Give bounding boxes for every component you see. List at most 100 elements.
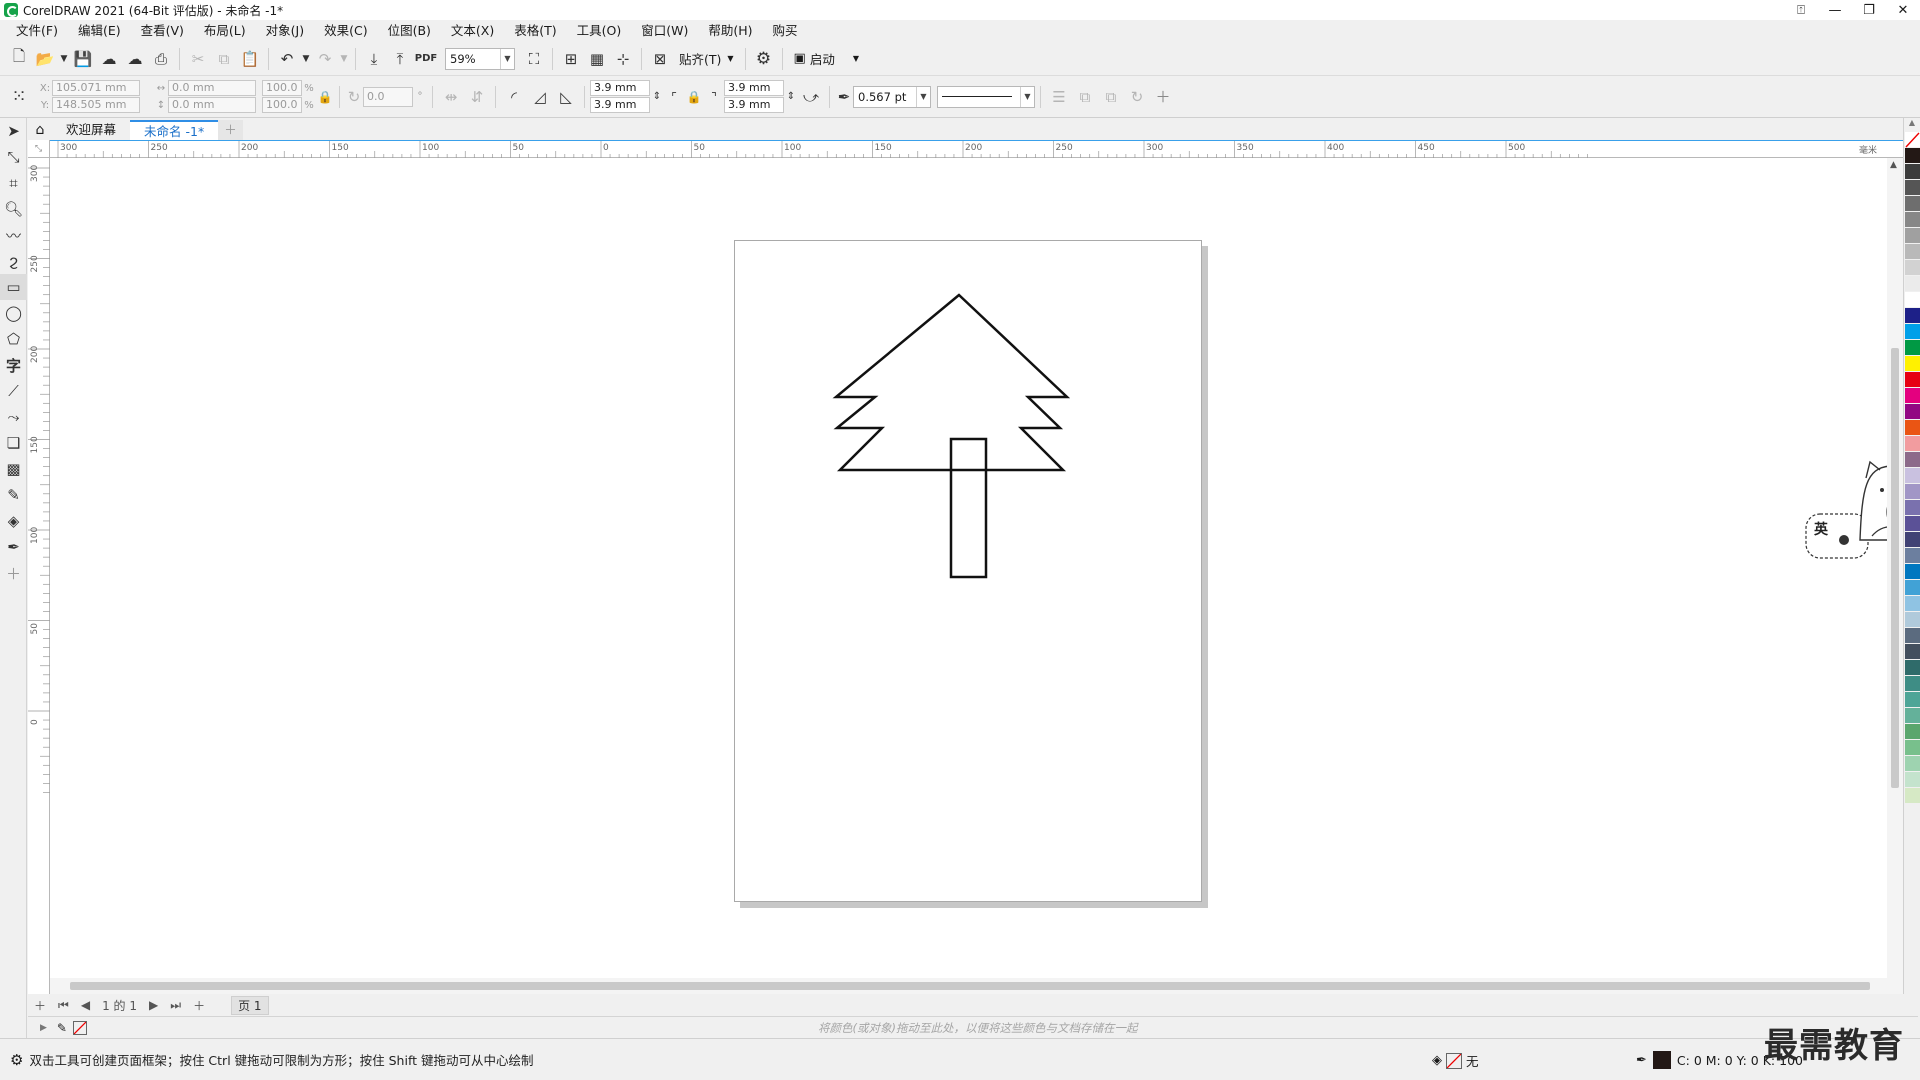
corner-spin-icon[interactable]: ⇕ xyxy=(784,84,798,110)
convert-to-curves-icon[interactable]: ↻ xyxy=(1124,84,1150,110)
document-palette-expand-icon[interactable]: ▶ xyxy=(40,1023,47,1033)
vertical-scrollbar[interactable]: ▲ ▼ xyxy=(1887,158,1903,994)
tab-welcome-screen[interactable]: 欢迎屏幕 xyxy=(52,120,130,140)
interactive-fill-tool-icon[interactable]: ◈ xyxy=(0,508,27,534)
menu-layout[interactable]: 布局(L) xyxy=(194,20,256,42)
color-swatch[interactable] xyxy=(1905,516,1920,532)
menu-file[interactable]: 文件(F) xyxy=(6,20,68,42)
help-window-icon[interactable]: ⍐ xyxy=(1784,0,1818,20)
drop-shadow-tool-icon[interactable]: ❏ xyxy=(0,430,27,456)
cloud-download-icon[interactable]: ☁ xyxy=(96,46,122,72)
menu-object[interactable]: 对象(J) xyxy=(256,20,314,42)
crop-tool-icon[interactable]: ⌗ xyxy=(0,170,27,196)
save-icon[interactable]: 💾 xyxy=(70,46,96,72)
color-swatch[interactable] xyxy=(1905,724,1920,740)
color-swatch[interactable] xyxy=(1905,580,1920,596)
undo-icon[interactable]: ↶ xyxy=(274,46,300,72)
no-color-swatch[interactable] xyxy=(72,1020,87,1035)
ellipse-tool-icon[interactable]: ◯ xyxy=(0,300,27,326)
height-field[interactable]: 0.0 mm xyxy=(168,97,256,113)
cloud-upload-icon[interactable]: ☁ xyxy=(122,46,148,72)
x-position-field[interactable]: 105.071 mm xyxy=(52,80,140,96)
lock-ratio-icon[interactable]: 🔒 xyxy=(316,84,334,110)
scale-x-field[interactable]: 100.0 xyxy=(262,80,302,96)
chevron-down-icon[interactable]: ▼ xyxy=(1020,86,1034,107)
color-swatch[interactable] xyxy=(1905,372,1920,388)
rectangle-tool-icon[interactable]: ▭ xyxy=(0,274,27,300)
corner-radius-top-left-field[interactable]: 3.9 mm xyxy=(590,80,650,96)
menu-edit[interactable]: 编辑(E) xyxy=(68,20,131,42)
corner-radius-top-right-field[interactable]: 3.9 mm xyxy=(724,80,784,96)
corner-radius-bottom-right-field[interactable]: 3.9 mm xyxy=(724,97,784,113)
lock-corners-icon[interactable]: 🔒 xyxy=(684,84,704,110)
zoom-tool-icon[interactable]: 🔍︎ xyxy=(0,196,27,222)
color-swatch[interactable] xyxy=(1905,196,1920,212)
snap-to-button[interactable]: 贴齐(T) ▼ xyxy=(673,46,740,72)
color-swatch[interactable] xyxy=(1905,324,1920,340)
color-swatch[interactable] xyxy=(1905,660,1920,676)
relative-corner-scaling-icon[interactable]: ⤻ xyxy=(798,84,824,110)
color-swatch[interactable] xyxy=(1905,356,1920,372)
tree-drawing[interactable] xyxy=(735,241,1203,903)
tab-untitled-1[interactable]: 未命名 -1* xyxy=(130,120,219,140)
snap-off-icon[interactable]: ⊠ xyxy=(647,46,673,72)
horizontal-scrollbar[interactable] xyxy=(50,978,1903,994)
menu-text[interactable]: 文本(X) xyxy=(441,20,504,42)
parallel-dimension-tool-icon[interactable]: ⟋ xyxy=(0,378,27,404)
new-tab-plus-icon[interactable]: ＋ xyxy=(218,120,243,140)
color-swatch[interactable] xyxy=(1905,452,1920,468)
new-document-icon[interactable]: 🗋 xyxy=(6,46,32,72)
color-swatch[interactable] xyxy=(1905,788,1920,804)
shape-tool-icon[interactable]: ⤡ xyxy=(0,144,27,170)
add-page-before-icon[interactable]: ＋ xyxy=(28,997,52,1014)
color-swatch[interactable] xyxy=(1905,772,1920,788)
zoom-level-combo[interactable]: 59% ▼ xyxy=(445,47,515,70)
pick-tool-icon[interactable]: ➤ xyxy=(0,118,27,144)
color-swatch[interactable] xyxy=(1905,148,1920,164)
undo-dropdown-icon[interactable]: ▼ xyxy=(300,46,312,72)
color-swatch[interactable] xyxy=(1905,228,1920,244)
redo-icon[interactable]: ↷ xyxy=(312,46,338,72)
mirror-vertical-icon[interactable]: ⇵ xyxy=(464,84,490,110)
to-front-icon[interactable]: ⧉ xyxy=(1072,84,1098,110)
vertical-scroll-thumb[interactable] xyxy=(1891,348,1899,788)
copy-icon[interactable]: ⧉ xyxy=(211,46,237,72)
home-icon[interactable]: ⌂ xyxy=(28,120,52,140)
palette-scroll-up-icon[interactable]: ▲ xyxy=(1904,118,1920,132)
object-origin-icon[interactable]: ⁙ xyxy=(6,84,32,110)
mirror-horizontal-icon[interactable]: ⇹ xyxy=(438,84,464,110)
options-gear-icon[interactable]: ⚙ xyxy=(751,46,777,72)
scroll-up-icon[interactable]: ▲ xyxy=(1890,160,1897,170)
connector-tool-icon[interactable]: ⤳ xyxy=(0,404,27,430)
color-swatch[interactable] xyxy=(1905,644,1920,660)
full-screen-icon[interactable]: ⛶ xyxy=(521,46,547,72)
redo-dropdown-icon[interactable]: ▼ xyxy=(338,46,350,72)
color-swatch[interactable] xyxy=(1905,468,1920,484)
menu-tools[interactable]: 工具(O) xyxy=(567,20,632,42)
color-swatch[interactable] xyxy=(1905,484,1920,500)
add-property-icon[interactable]: ＋ xyxy=(1150,84,1176,110)
tree-trunk-rectangle[interactable] xyxy=(949,437,988,579)
previous-page-icon[interactable]: ◀ xyxy=(75,998,96,1012)
freehand-tool-icon[interactable]: 〰 xyxy=(0,222,27,248)
polygon-tool-icon[interactable]: ⬠ xyxy=(0,326,27,352)
scale-y-field[interactable]: 100.0 xyxy=(262,97,302,113)
corner-radius-bottom-left-field[interactable]: 3.9 mm xyxy=(590,97,650,113)
fill-indicator[interactable]: ◈ 无 xyxy=(1432,1051,1479,1070)
scalloped-corner-icon[interactable]: ◿ xyxy=(527,84,553,110)
outline-width-combo[interactable]: 0.567 pt ▼ xyxy=(853,85,931,108)
menu-buy[interactable]: 购买 xyxy=(763,20,808,42)
minimize-button[interactable]: — xyxy=(1818,0,1852,20)
menu-help[interactable]: 帮助(H) xyxy=(698,20,762,42)
print-icon[interactable]: ⎙ xyxy=(148,46,174,72)
no-color-swatch[interactable] xyxy=(1905,132,1920,148)
chevron-down-icon[interactable]: ▼ xyxy=(916,86,930,107)
color-swatch[interactable] xyxy=(1905,532,1920,548)
menu-window[interactable]: 窗口(W) xyxy=(631,20,698,42)
color-swatch[interactable] xyxy=(1905,500,1920,516)
artistic-media-tool-icon[interactable]: ϩ xyxy=(0,248,27,274)
document-page[interactable] xyxy=(734,240,1202,902)
color-swatch[interactable] xyxy=(1905,292,1920,308)
eyedropper-tool-icon[interactable]: ✎ xyxy=(0,482,27,508)
color-swatch[interactable] xyxy=(1905,308,1920,324)
